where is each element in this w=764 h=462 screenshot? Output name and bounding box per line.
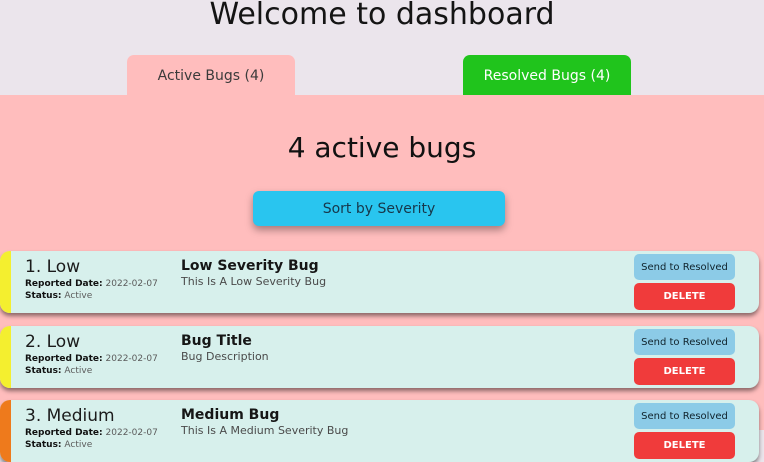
bug-index-severity: 2. Low (25, 332, 81, 352)
bug-card: 3. Medium Reported Date: 2022-02-07 Stat… (0, 400, 759, 462)
tab-resolved-bugs[interactable]: Resolved Bugs (4) (463, 55, 631, 95)
bug-description: This Is A Low Severity Bug (181, 275, 327, 288)
status-value: Active (64, 440, 93, 450)
bug-status: Status: Active (25, 290, 92, 302)
reported-date-value: 2022-02-07 (105, 279, 158, 289)
bug-title: Bug Title (181, 333, 252, 349)
delete-button[interactable]: DELETE (634, 358, 735, 385)
send-to-resolved-button[interactable]: Send to Resolved (634, 329, 735, 355)
bug-title: Medium Bug (181, 407, 280, 423)
status-value: Active (64, 291, 93, 301)
severity-indicator-low (0, 326, 11, 388)
bug-description: This Is A Medium Severity Bug (181, 424, 349, 437)
status-label: Status: (25, 440, 62, 450)
active-bugs-count-heading: 4 active bugs (287, 131, 477, 164)
severity-indicator-low (0, 251, 11, 313)
bug-description: Bug Description (181, 350, 269, 363)
send-to-resolved-button[interactable]: Send to Resolved (634, 403, 735, 429)
bug-card: 1. Low Reported Date: 2022-02-07 Status:… (0, 251, 759, 313)
bug-status: Status: Active (25, 365, 92, 377)
active-bugs-panel: 4 active bugs Sort by Severity 1. Low Re… (0, 95, 764, 462)
bug-title: Low Severity Bug (181, 258, 319, 274)
page-title: Welcome to dashboard (209, 0, 555, 32)
bug-reported-date: Reported Date: 2022-02-07 (25, 278, 158, 290)
reported-date-value: 2022-02-07 (105, 354, 158, 364)
bug-status: Status: Active (25, 439, 92, 451)
bug-card: 2. Low Reported Date: 2022-02-07 Status:… (0, 326, 759, 388)
send-to-resolved-button[interactable]: Send to Resolved (634, 254, 735, 280)
status-label: Status: (25, 366, 62, 376)
delete-button[interactable]: DELETE (634, 283, 735, 310)
reported-date-label: Reported Date: (25, 354, 103, 364)
reported-date-label: Reported Date: (25, 279, 103, 289)
delete-button[interactable]: DELETE (634, 432, 735, 459)
status-value: Active (64, 366, 93, 376)
tab-active-bugs[interactable]: Active Bugs (4) (127, 55, 295, 95)
bug-reported-date: Reported Date: 2022-02-07 (25, 427, 158, 439)
status-label: Status: (25, 291, 62, 301)
bug-reported-date: Reported Date: 2022-02-07 (25, 353, 158, 365)
severity-indicator-medium (0, 400, 11, 462)
sort-by-severity-button[interactable]: Sort by Severity (253, 191, 505, 226)
bug-index-severity: 3. Medium (25, 406, 115, 426)
bug-index-severity: 1. Low (25, 257, 81, 277)
